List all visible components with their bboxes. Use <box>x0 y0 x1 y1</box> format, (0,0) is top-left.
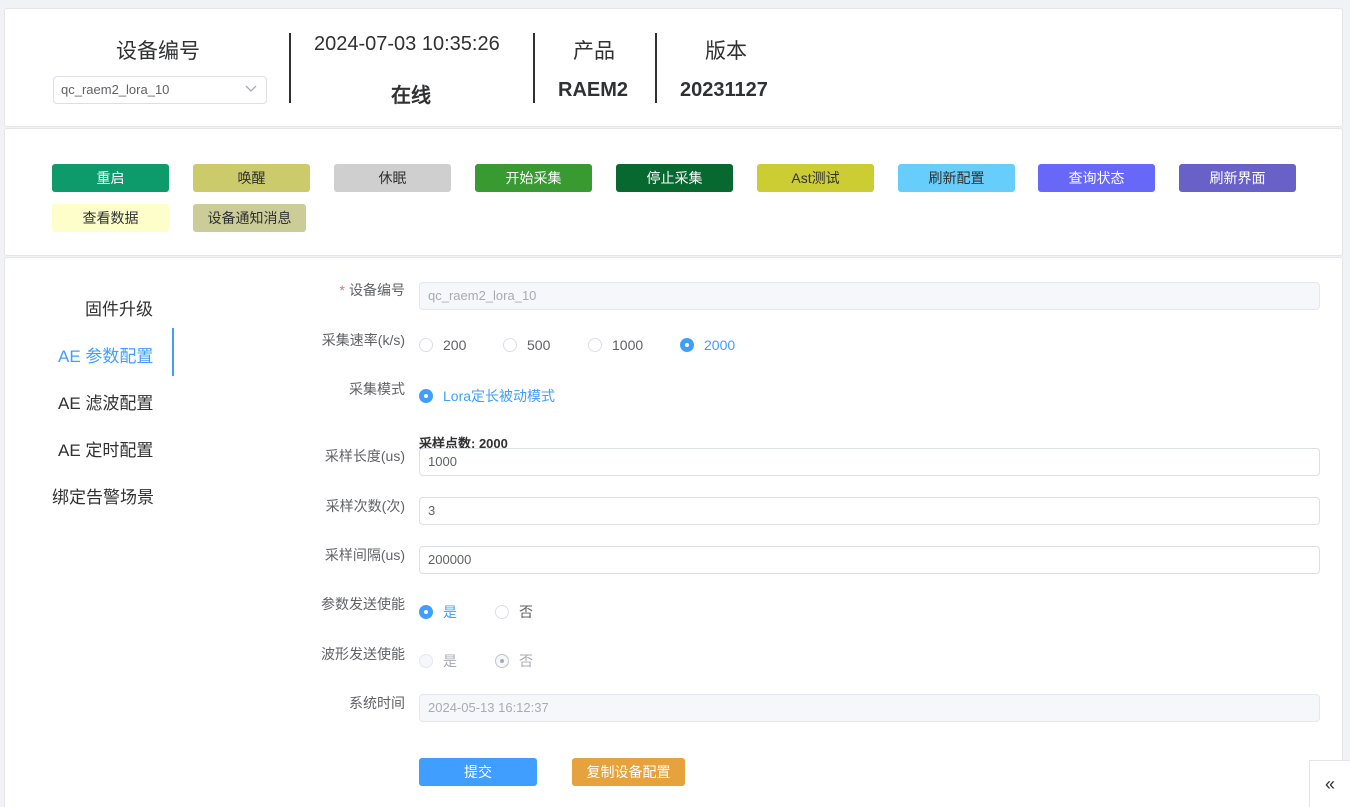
rate-radio-200[interactable]: 200 <box>419 337 466 353</box>
rate-radio-500-label: 500 <box>527 337 551 353</box>
form-device-id-label-text: 设备编号 <box>349 282 405 298</box>
menu-item-bind-alarm-scene[interactable]: 绑定告警场景 <box>52 483 154 508</box>
radio-dot <box>495 654 509 668</box>
rate-radio-500[interactable]: 500 <box>503 337 550 353</box>
action-toolbar: 重启 唤醒 休眠 开始采集 停止采集 Ast测试 刷新配置 查询状态 刷新界面 … <box>4 128 1343 256</box>
header-separator <box>289 33 291 103</box>
version-label: 版本 <box>705 40 747 63</box>
device-notification-button[interactable]: 设备通知消息 <box>193 204 306 232</box>
sample-length-input[interactable]: 1000 <box>419 448 1320 476</box>
product-value: RAEM2 <box>558 79 629 101</box>
copy-config-button[interactable]: 复制设备配置 <box>572 758 685 786</box>
device-select[interactable]: qc_raem2_lora_10 <box>53 76 267 104</box>
menu-active-indicator <box>172 328 174 376</box>
mode-radio-lora-label: Lora定长被动模式 <box>443 388 556 404</box>
submit-button[interactable]: 提交 <box>419 758 537 786</box>
radio-dot <box>495 605 509 619</box>
sample-count-input[interactable]: 3 <box>419 497 1320 525</box>
rate-radio-2000[interactable]: 2000 <box>680 337 735 353</box>
rate-label: 采集速率(k/s) <box>321 332 405 348</box>
param-send-label: 参数发送使能 <box>321 596 405 612</box>
query-status-button[interactable]: 查询状态 <box>1038 164 1155 192</box>
ast-test-button[interactable]: Ast测试 <box>757 164 874 192</box>
radio-dot <box>503 338 517 352</box>
view-data-button[interactable]: 查看数据 <box>52 204 169 232</box>
wake-button[interactable]: 唤醒 <box>193 164 310 192</box>
radio-dot <box>588 338 602 352</box>
param-send-no-label: 否 <box>519 604 533 620</box>
menu-item-ae-timer[interactable]: AE 定时配置 <box>58 436 153 461</box>
current-datetime: 2024-07-03 10:35:26 <box>314 33 500 55</box>
wave-send-yes-label: 是 <box>443 653 457 669</box>
param-send-no-radio[interactable]: 否 <box>495 602 533 622</box>
sample-interval-label: 采样间隔(us) <box>324 547 405 563</box>
menu-item-ae-filter[interactable]: AE 滤波配置 <box>58 389 153 414</box>
rate-radio-200-label: 200 <box>443 337 467 353</box>
radio-dot <box>419 389 433 403</box>
online-status: 在线 <box>391 85 431 107</box>
device-id-field: qc_raem2_lora_10 <box>419 282 1320 310</box>
wave-send-no-label: 否 <box>519 653 533 669</box>
version-value: 20231127 <box>680 79 768 101</box>
config-panel: 固件升级 AE 参数配置 AE 滤波配置 AE 定时配置 绑定告警场景 * 设备编… <box>4 257 1343 807</box>
sample-interval-input[interactable]: 200000 <box>419 546 1320 574</box>
stop-collect-button[interactable]: 停止采集 <box>616 164 733 192</box>
radio-dot <box>419 654 433 668</box>
form-device-id-label: * 设备编号 <box>265 280 405 300</box>
param-send-yes-label: 是 <box>443 604 457 620</box>
chevron-down-icon <box>245 85 257 92</box>
menu-item-ae-params[interactable]: AE 参数配置 <box>58 342 153 367</box>
sample-count-label: 采样次数(次) <box>325 498 405 514</box>
sleep-button[interactable]: 休眠 <box>334 164 451 192</box>
sample-length-label: 采样长度(us) <box>324 448 405 464</box>
system-time-field: 2024-05-13 16:12:37 <box>419 694 1320 722</box>
double-chevron-left-icon: « <box>1324 773 1335 794</box>
start-collect-button[interactable]: 开始采集 <box>475 164 592 192</box>
required-mark: * <box>339 282 345 298</box>
rate-radio-1000-label: 1000 <box>612 337 644 353</box>
rate-radio-1000[interactable]: 1000 <box>588 337 643 353</box>
radio-dot <box>419 605 433 619</box>
refresh-config-button[interactable]: 刷新配置 <box>898 164 1015 192</box>
menu-item-firmware-upgrade[interactable]: 固件升级 <box>85 295 153 320</box>
wave-send-label: 波形发送使能 <box>321 646 405 662</box>
header-separator <box>655 33 657 103</box>
mode-radio-lora[interactable]: Lora定长被动模式 <box>419 386 555 406</box>
header-separator <box>533 33 535 103</box>
restart-button[interactable]: 重启 <box>52 164 169 192</box>
rate-radio-2000-label: 2000 <box>704 337 736 353</box>
wave-send-no-radio: 否 <box>495 651 533 671</box>
param-send-yes-radio[interactable]: 是 <box>419 602 457 622</box>
device-id-label: 设备编号 <box>116 40 200 63</box>
mode-label: 采集模式 <box>349 381 405 397</box>
device-select-value: qc_raem2_lora_10 <box>61 82 170 97</box>
refresh-page-button[interactable]: 刷新界面 <box>1179 164 1296 192</box>
collapse-panel-button[interactable]: « <box>1309 760 1350 807</box>
radio-dot <box>419 338 433 352</box>
wave-send-yes-radio: 是 <box>419 651 457 671</box>
device-info-header: 设备编号 qc_raem2_lora_10 2024-07-03 10:35:2… <box>4 8 1343 127</box>
system-time-label: 系统时间 <box>349 695 405 711</box>
product-label: 产品 <box>573 40 615 63</box>
radio-dot <box>680 338 694 352</box>
